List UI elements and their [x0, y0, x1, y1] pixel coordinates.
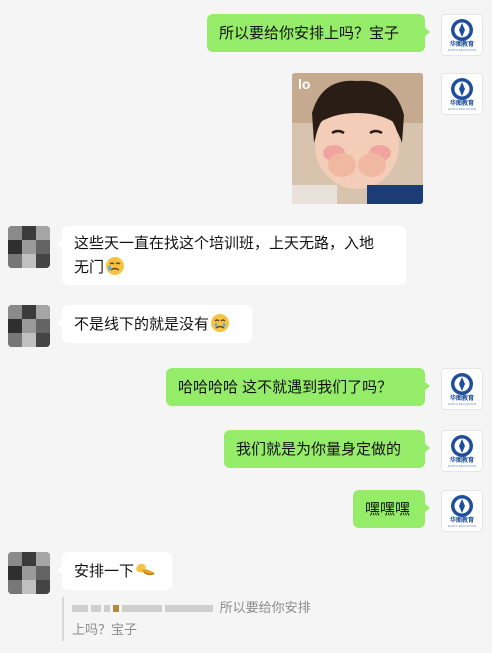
- message-text: 不是线下的就是没有: [74, 316, 210, 333]
- svg-text:lo: lo: [298, 76, 310, 92]
- crying-face-icon: [106, 257, 125, 275]
- quoted-text: 上吗？宝子: [72, 622, 138, 637]
- redacted-name: [165, 605, 213, 613]
- avatar[interactable]: 华图教育 HUATU EDUCATION: [441, 430, 483, 472]
- logo-english-text: HUATU EDUCATION: [447, 402, 477, 406]
- message-bubble[interactable]: 安排一下: [57, 552, 172, 590]
- message-text: 这些天一直在找这个培训班，上天无路，入地: [74, 235, 375, 252]
- message-text: 所以要给你安排上吗？宝子: [219, 25, 400, 42]
- logo-english-text: HUATU EDUCATION: [447, 48, 477, 52]
- logo-icon: [451, 19, 473, 41]
- message-bubble[interactable]: 所以要给你安排上吗？宝子: [207, 14, 430, 52]
- redacted-name: [122, 605, 162, 613]
- image-message[interactable]: lo: [292, 73, 423, 204]
- avatar[interactable]: [8, 226, 50, 268]
- avatar[interactable]: [8, 305, 50, 347]
- message-bubble[interactable]: 不是线下的就是没有: [57, 305, 252, 343]
- message-text: 无门: [74, 259, 105, 276]
- logo-english-text: HUATU EDUCATION: [447, 464, 477, 468]
- avatar[interactable]: 华图教育 HUATU EDUCATION: [441, 14, 483, 56]
- avatar[interactable]: 华图教育 HUATU EDUCATION: [441, 73, 483, 115]
- message-bubble[interactable]: 哈哈哈哈 这不就遇到我们了吗？: [166, 368, 430, 406]
- avatar[interactable]: [8, 552, 50, 594]
- bow-emoji-icon: [136, 563, 156, 576]
- logo-icon: [451, 495, 473, 517]
- redacted-name: [72, 605, 88, 613]
- logo-english-text: HUATU EDUCATION: [447, 524, 477, 528]
- quoted-text: 所以要给你安排: [219, 600, 311, 615]
- logo-icon: [451, 373, 473, 395]
- message-text: 哈哈哈哈 这不就遇到我们了吗？: [178, 379, 393, 396]
- logo-icon: [451, 435, 473, 457]
- message-bubble[interactable]: 嘿嘿嘿: [353, 490, 430, 528]
- avatar[interactable]: 华图教育 HUATU EDUCATION: [441, 368, 483, 410]
- child-photo-icon: lo: [292, 73, 423, 204]
- redacted-name: [113, 605, 119, 613]
- crying-face-icon: [211, 314, 230, 332]
- message-bubble[interactable]: 这些天一直在找这个培训班，上天无路，入地 无门: [57, 226, 406, 285]
- redacted-name: [104, 605, 110, 613]
- message-text: 我们就是为你量身定做的: [236, 441, 402, 458]
- avatar[interactable]: 华图教育 HUATU EDUCATION: [441, 490, 483, 532]
- message-text: 嘿嘿嘿: [365, 501, 411, 518]
- message-text: 安排一下: [74, 563, 135, 580]
- logo-icon: [451, 78, 473, 100]
- logo-english-text: HUATU EDUCATION: [447, 107, 477, 111]
- message-bubble[interactable]: 我们就是为你量身定做的: [224, 430, 430, 468]
- quoted-reply[interactable]: 所以要给你安排 上吗？宝子: [62, 597, 382, 641]
- redacted-name: [91, 605, 101, 613]
